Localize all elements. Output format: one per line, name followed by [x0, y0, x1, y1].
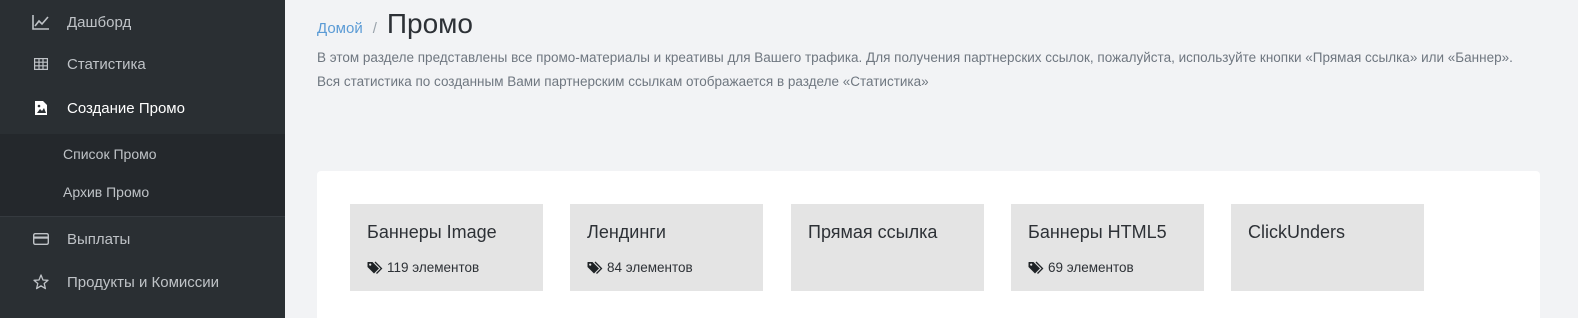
- card-title: Прямая ссылка: [808, 222, 938, 242]
- promo-card-direct-link[interactable]: Прямая ссылка: [791, 204, 984, 291]
- credit-card-icon: [32, 230, 50, 248]
- sidebar-item-payouts[interactable]: Выплаты: [0, 219, 285, 259]
- page-description: В этом разделе представлены все промо-ма…: [317, 50, 1513, 89]
- image-file-icon: [32, 99, 50, 117]
- sidebar: Дашборд Статистика Создание Промо Список…: [0, 0, 285, 318]
- card-count: 84 элементов: [587, 260, 693, 275]
- sidebar-subitem-promo-archive[interactable]: Архив Промо: [63, 184, 149, 200]
- sidebar-item-label: Продукты и Комиссии: [67, 273, 220, 291]
- breadcrumb-home-link[interactable]: Домой: [317, 20, 363, 37]
- sidebar-item-label: Создание Промо: [67, 99, 185, 117]
- tags-icon: [367, 261, 383, 274]
- promo-card-landings[interactable]: Лендинги 84 элементов: [570, 204, 763, 291]
- tags-icon: [1028, 261, 1044, 274]
- card-title: Лендинги: [587, 222, 666, 242]
- card-title: Баннеры Image: [367, 222, 497, 242]
- promo-card-clickunders[interactable]: ClickUnders: [1231, 204, 1424, 291]
- main-content: Домой / Промо В этом разделе представлен…: [285, 0, 1578, 318]
- sidebar-subitem-promo-list[interactable]: Список Промо: [63, 146, 157, 162]
- star-icon: [32, 273, 50, 291]
- breadcrumb-separator: /: [372, 20, 377, 37]
- card-title: ClickUnders: [1248, 222, 1346, 242]
- card-count: 69 элементов: [1028, 260, 1134, 275]
- sidebar-item-dashboard[interactable]: Дашборд: [0, 2, 285, 42]
- chart-line-icon: [32, 13, 50, 31]
- sidebar-item-label: Статистика: [67, 55, 146, 73]
- promo-categories-panel: Баннеры Image 119 элементов Лендинги 84 …: [317, 171, 1540, 318]
- sidebar-submenu: Список Промо Архив Промо: [0, 134, 285, 216]
- promo-card-banners-html5[interactable]: Баннеры HTML5 69 элементов: [1011, 204, 1204, 291]
- tags-icon: [587, 261, 603, 274]
- table-icon: [32, 55, 50, 73]
- sidebar-divider: [0, 216, 285, 217]
- breadcrumb: Домой / Промо: [317, 8, 473, 40]
- sidebar-item-label: Дашборд: [67, 13, 132, 31]
- card-count-text: 84 элементов: [607, 260, 693, 275]
- sidebar-item-products-commissions[interactable]: Продукты и Комиссии: [0, 262, 285, 302]
- sidebar-item-create-promo[interactable]: Создание Промо: [0, 88, 285, 128]
- promo-card-banners-image[interactable]: Баннеры Image 119 элементов: [350, 204, 543, 291]
- card-count-text: 69 элементов: [1048, 260, 1134, 275]
- card-title: Баннеры HTML5: [1028, 222, 1167, 242]
- sidebar-item-statistics[interactable]: Статистика: [0, 44, 285, 84]
- card-count: 119 элементов: [367, 260, 479, 275]
- page-title: Промо: [386, 8, 473, 39]
- sidebar-item-label: Выплаты: [67, 230, 131, 248]
- card-count-text: 119 элементов: [387, 260, 480, 275]
